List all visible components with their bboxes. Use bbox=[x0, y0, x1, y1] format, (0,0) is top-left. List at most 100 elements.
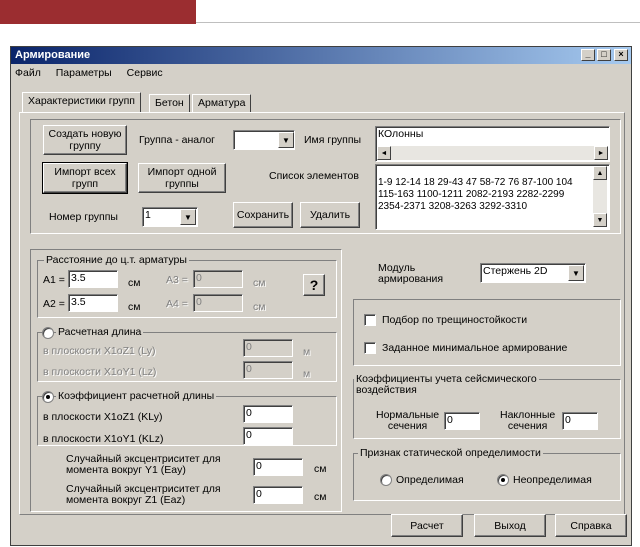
crack-checkbox[interactable] bbox=[364, 314, 376, 326]
elements-list-field[interactable]: 1-9 12-14 18 29-43 47 58-72 76 87-100 10… bbox=[375, 164, 610, 230]
tab-panel: Создать новую группу Импорт всех групп И… bbox=[19, 112, 625, 515]
analog-group-combo[interactable]: ▼ bbox=[233, 130, 295, 150]
scroll-down-icon[interactable]: ▼ bbox=[593, 213, 607, 227]
minimize-button[interactable]: _ bbox=[581, 49, 595, 61]
tab-reinforcement[interactable]: Арматура bbox=[192, 94, 252, 113]
normal-input[interactable]: 0 bbox=[444, 412, 480, 430]
a3-input[interactable]: 0 bbox=[193, 270, 243, 288]
save-button[interactable]: Сохранить bbox=[233, 202, 293, 228]
module-combo[interactable]: Стержень 2D ▼ bbox=[480, 263, 586, 283]
eay-label: Случайный эксцентриситет для момента вок… bbox=[66, 453, 221, 476]
chevron-down-icon[interactable]: ▼ bbox=[278, 132, 294, 148]
menu-bar: Файл Параметры Сервис bbox=[11, 67, 171, 83]
page-header-bar bbox=[0, 0, 196, 24]
seismic-frame: Коэффициенты учета сейсмического воздейс… bbox=[353, 374, 621, 439]
left-parameters-frame: Расстояние до ц.т. арматуры A1 = 3.5 см … bbox=[30, 249, 342, 512]
delete-label: Удалить bbox=[309, 209, 351, 221]
lz-unit: м bbox=[303, 368, 311, 380]
ly-input[interactable]: 0 bbox=[243, 339, 293, 357]
delete-button[interactable]: Удалить bbox=[300, 202, 360, 228]
maximize-button[interactable]: □ bbox=[597, 49, 611, 61]
analog-group-label: Группа - аналог bbox=[139, 134, 216, 146]
group-name-label: Имя группы bbox=[304, 134, 362, 146]
group-number-combo[interactable]: 1 ▼ bbox=[142, 207, 198, 227]
kly-label: в плоскости X1oZ1 (KLy) bbox=[43, 411, 163, 423]
inclined-input[interactable]: 0 bbox=[562, 412, 598, 430]
indeterminate-radio[interactable] bbox=[497, 474, 509, 486]
determinate-label: Определимая bbox=[396, 474, 464, 486]
tab-group-characteristics[interactable]: Характеристики групп bbox=[22, 92, 141, 113]
group-name-value: КОлонны bbox=[378, 128, 424, 140]
exit-button[interactable]: Выход bbox=[474, 514, 546, 537]
klz-label: в плоскости X1oY1 (KLz) bbox=[43, 433, 164, 445]
checks-frame: Подбор по трещиностойкости Заданное мини… bbox=[353, 299, 621, 366]
min-reinf-checkbox[interactable] bbox=[364, 342, 376, 354]
a2-input[interactable]: 3.5 bbox=[68, 294, 118, 312]
help-label: Справка bbox=[570, 519, 612, 532]
group-definition-frame: Создать новую группу Импорт всех групп И… bbox=[30, 119, 621, 234]
length-coef-radio[interactable] bbox=[42, 391, 54, 403]
chevron-down-icon[interactable]: ▼ bbox=[568, 265, 584, 281]
eaz-label: Случайный эксцентриситет для момента вок… bbox=[66, 483, 221, 506]
window-title: Армирование bbox=[15, 49, 91, 61]
group-name-field[interactable]: КОлонны ◄ ► bbox=[375, 126, 610, 162]
seismic-legend: Коэффициенты учета сейсмического воздейс… bbox=[354, 373, 539, 396]
a1-unit: см bbox=[128, 277, 141, 289]
scroll-up-icon[interactable]: ▲ bbox=[593, 166, 607, 180]
close-button[interactable]: × bbox=[614, 49, 628, 61]
create-group-button[interactable]: Создать новую группу bbox=[43, 125, 127, 155]
inclined-label: Наклонные сечения bbox=[500, 409, 556, 432]
min-reinf-label: Заданное минимальное армирование bbox=[382, 342, 568, 354]
lz-input[interactable]: 0 bbox=[243, 361, 293, 379]
scroll-right-icon[interactable]: ► bbox=[594, 146, 608, 160]
ly-unit: м bbox=[303, 346, 311, 358]
help-icon[interactable]: ? bbox=[303, 274, 325, 296]
reinforcement-window: Армирование _ □ × Файл Параметры Сервис … bbox=[10, 46, 632, 546]
group-number-label: Номер группы bbox=[49, 211, 118, 223]
scroll-left-icon[interactable]: ◄ bbox=[377, 146, 391, 160]
import-all-label: Импорт всех групп bbox=[54, 166, 116, 190]
elements-list-label: Список элементов bbox=[269, 170, 359, 182]
klz-input[interactable]: 0 bbox=[243, 427, 293, 445]
length-coef-frame: Коэффициент расчетной длины в плоскости … bbox=[37, 390, 337, 446]
elements-list-value: 1-9 12-14 18 29-43 47 58-72 76 87-100 10… bbox=[378, 177, 573, 212]
menu-file[interactable]: Файл bbox=[15, 67, 41, 79]
tab-concrete[interactable]: Бетон bbox=[149, 94, 190, 113]
import-one-label: Импорт одной группы bbox=[147, 166, 217, 190]
eaz-input[interactable]: 0 bbox=[253, 486, 303, 504]
calc-length-legend: Расчетная длина bbox=[56, 326, 144, 338]
determinate-radio[interactable] bbox=[380, 474, 392, 486]
a2-label: A2 = bbox=[43, 298, 65, 310]
help-mark: ? bbox=[309, 277, 319, 293]
crack-label: Подбор по трещиностойкости bbox=[382, 314, 528, 326]
module-label: Модуль армирования bbox=[378, 262, 444, 285]
import-one-group-button[interactable]: Импорт одной группы bbox=[138, 163, 226, 193]
elements-list-scrollbar[interactable]: ▲ ▼ bbox=[593, 166, 607, 227]
eay-unit: см bbox=[314, 463, 327, 475]
calculate-label: Расчет bbox=[410, 519, 444, 532]
eay-input[interactable]: 0 bbox=[253, 458, 303, 476]
help-button[interactable]: Справка bbox=[555, 514, 627, 537]
a1-input[interactable]: 3.5 bbox=[68, 270, 118, 288]
calc-length-radio[interactable] bbox=[42, 327, 54, 339]
menu-service[interactable]: Сервис bbox=[127, 67, 163, 79]
calc-length-frame: Расчетная длина в плоскости X1oZ1 (Ly) 0… bbox=[37, 326, 337, 382]
group-name-scrollbar[interactable]: ◄ ► bbox=[377, 146, 608, 160]
indeterminate-label: Неопределимая bbox=[513, 474, 592, 486]
ly-label: в плоскости X1oZ1 (Ly) bbox=[43, 345, 156, 357]
menu-parameters[interactable]: Параметры bbox=[56, 67, 112, 79]
a4-unit: см bbox=[253, 301, 266, 313]
a2-unit: см bbox=[128, 301, 141, 313]
calculate-button[interactable]: Расчет bbox=[391, 514, 463, 537]
static-legend: Признак статической определимости bbox=[358, 447, 543, 459]
a3-label: A3 = bbox=[166, 274, 188, 286]
a1-label: A1 = bbox=[43, 274, 65, 286]
import-all-groups-button[interactable]: Импорт всех групп bbox=[42, 162, 128, 194]
normal-label: Нормальные сечения bbox=[376, 409, 440, 432]
lz-label: в плоскости X1oY1 (Lz) bbox=[43, 366, 157, 378]
static-frame: Признак статической определимости Опреде… bbox=[353, 447, 621, 501]
a4-input[interactable]: 0 bbox=[193, 294, 243, 312]
chevron-down-icon[interactable]: ▼ bbox=[180, 209, 196, 225]
create-group-label: Создать новую группу bbox=[48, 128, 122, 152]
kly-input[interactable]: 0 bbox=[243, 405, 293, 423]
